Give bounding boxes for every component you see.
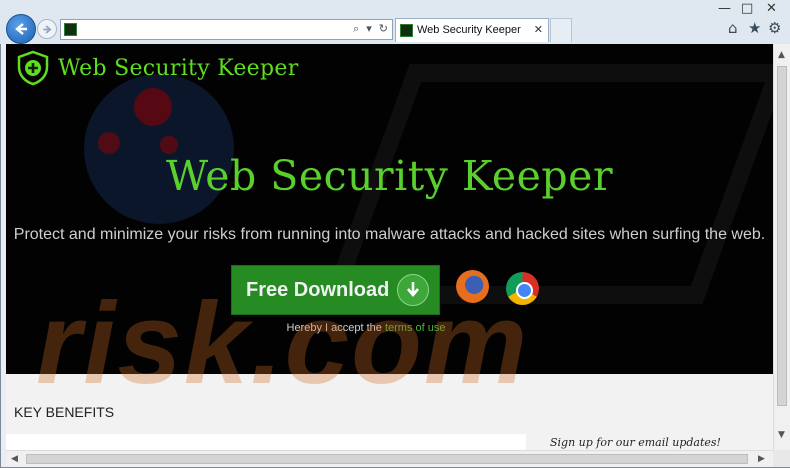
address-bar[interactable]: ⌕ ▾ ↻ [60,19,393,40]
new-tab-button[interactable] [550,18,572,42]
scroll-left-icon[interactable]: ◀ [11,454,18,464]
horizontal-scroll-thumb[interactable] [26,454,748,464]
back-button[interactable] [6,14,36,44]
horizontal-scrollbar[interactable]: ◀ ▶ [6,450,773,467]
scroll-up-icon[interactable]: ▲ [778,50,785,60]
close-window-button[interactable]: ✕ [766,1,777,16]
scroll-right-icon[interactable]: ▶ [758,454,765,464]
scroll-down-icon[interactable]: ▼ [778,430,785,440]
watermark-dot [134,88,172,126]
download-arrow-icon [397,274,429,306]
watermark-dot [98,132,120,154]
logo-text: Web Security Keeper [58,55,299,81]
close-tab-icon[interactable]: ✕ [534,23,543,36]
refresh-icon[interactable]: ↻ [379,22,388,36]
minimize-button[interactable]: — [718,1,731,16]
chrome-icon [506,272,539,305]
tab-favicon-icon [400,24,413,37]
site-logo[interactable]: Web Security Keeper [16,50,299,86]
hero-subtitle: Protect and minimize your risks from run… [13,226,766,243]
content-section: KEY BENEFITS Sign up for our email updat… [6,374,773,450]
hero-title: Web Security Keeper [165,152,614,200]
terms-acceptance: Hereby I accept the terms of use [6,322,726,334]
accept-text: Hereby I accept the [286,322,385,334]
maximize-button[interactable]: □ [741,1,753,16]
back-arrow-icon [15,23,27,35]
vertical-scrollbar[interactable]: ▲ ▼ [773,44,790,450]
download-button-label: Free Download [246,278,390,301]
terms-of-use-link[interactable]: terms of use [385,322,446,334]
favorites-star-icon[interactable]: ★ [748,19,761,37]
tab-title: Web Security Keeper [417,24,521,36]
browser-toolbar: — □ ✕ ⌕ ▾ ↻ Web Security Keeper ✕ ⌂ ★ ⚙ [0,0,790,44]
site-favicon-icon [64,23,77,36]
hero-section: Web Security Keeper Web Security Keeper … [6,44,773,374]
forward-arrow-icon [42,24,52,34]
tab-web-security-keeper[interactable]: Web Security Keeper ✕ [395,18,549,42]
vertical-scroll-thumb[interactable] [777,66,787,406]
page-viewport: Web Security Keeper Web Security Keeper … [6,44,773,450]
search-icon[interactable]: ⌕ [353,22,359,36]
firefox-icon [456,270,489,303]
free-download-button[interactable]: Free Download [231,265,440,315]
forward-button[interactable] [37,19,57,39]
email-signup-heading: Sign up for our email updates! [550,436,721,449]
chevron-down-icon[interactable]: ▾ [366,22,372,36]
content-panel [6,434,526,450]
gear-icon[interactable]: ⚙ [768,19,781,37]
scrollbar-corner [773,450,790,467]
shield-plus-icon [17,50,49,86]
home-icon[interactable]: ⌂ [728,19,738,37]
key-benefits-heading: KEY BENEFITS [14,404,115,420]
